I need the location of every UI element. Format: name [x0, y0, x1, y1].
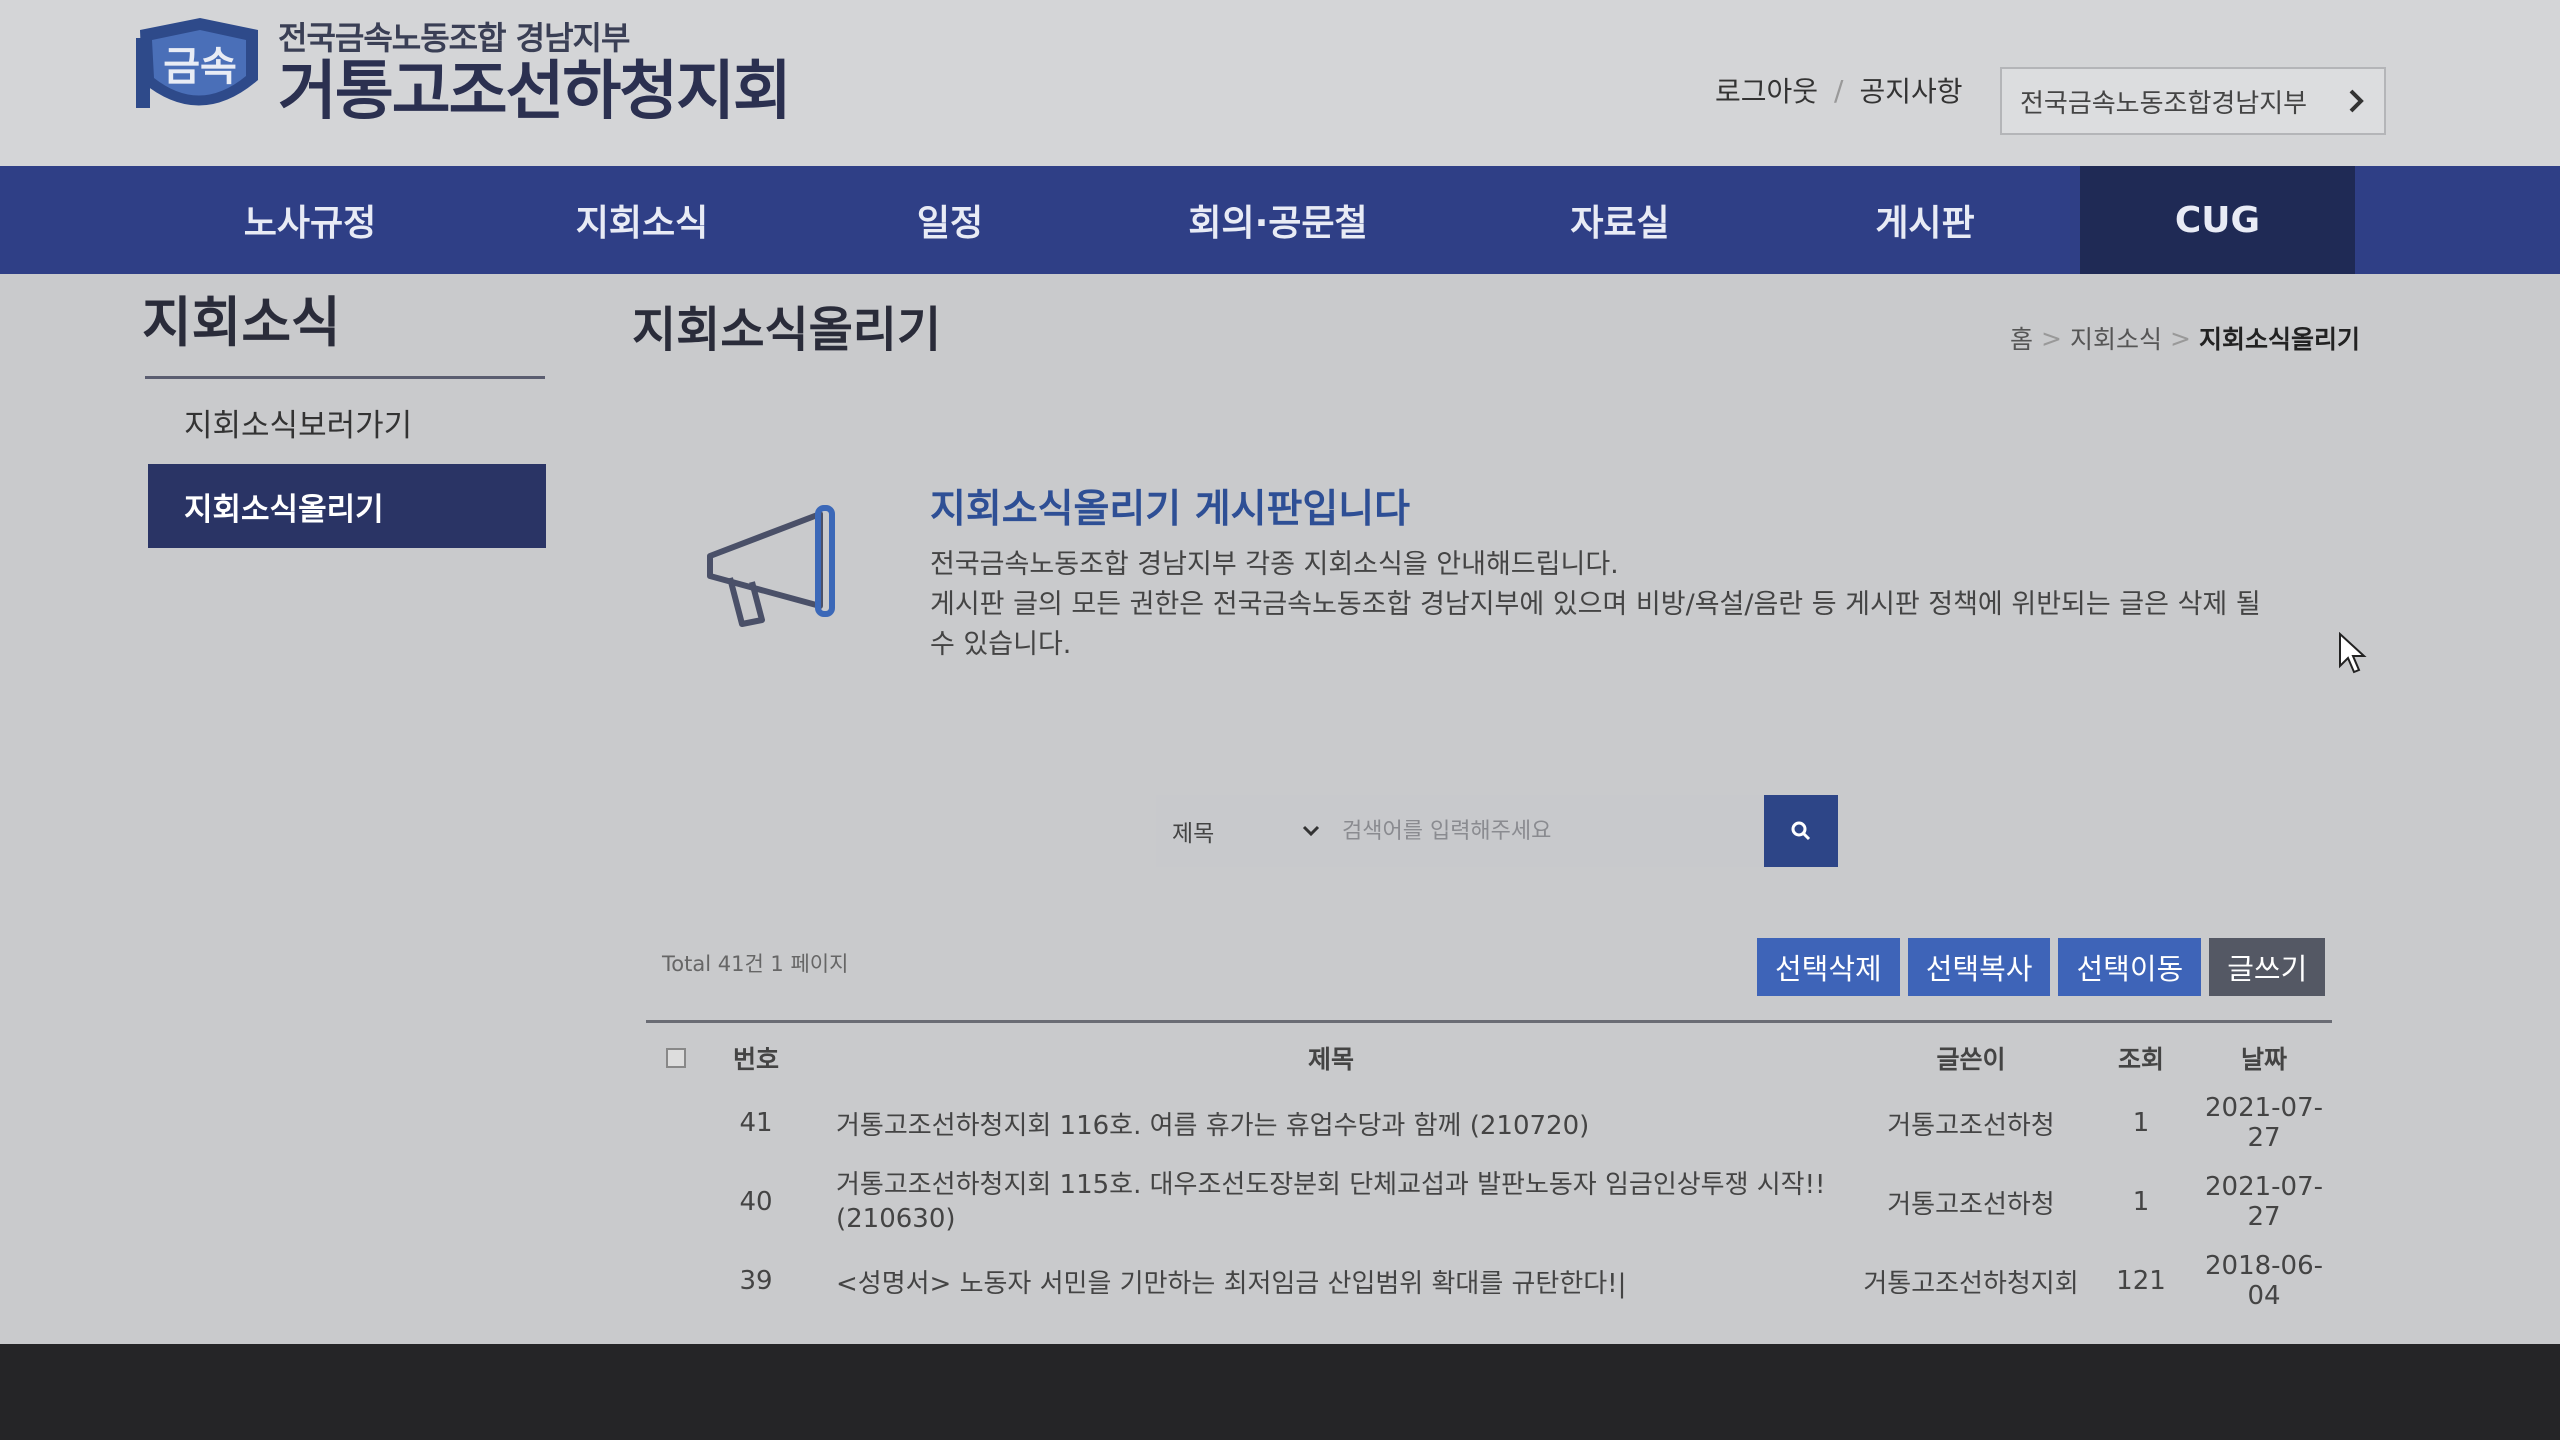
total-count: Total 41건 1 페이지 [662, 952, 849, 976]
row-title[interactable]: 거통고조선하청지회 115호. 대우조선도장분회 단체교섭과 발판노동자 임금인… [806, 1168, 1856, 1236]
megaphone-icon [707, 505, 835, 627]
site-header: 금속 전국금속노동조합 경남지부 거통고조선하청지회 로그아웃 / 공지사항 전… [0, 0, 2560, 166]
row-author: 거통고조선하청지회 [1863, 1268, 2079, 1299]
search-icon [1791, 821, 1811, 841]
notice-link[interactable]: 공지사항 [1859, 70, 1962, 110]
branch-link-button[interactable]: 전국금속노동조합경남지부 [2000, 67, 2386, 135]
monitor-bezel [0, 1344, 2560, 1440]
row-author: 거통고조선하청 [1887, 1189, 2055, 1220]
row-title[interactable]: <성명서> 노동자 서민을 기만하는 최저임금 산입범위 확대를 규탄한다!| [806, 1263, 1856, 1300]
row-author: 거통고조선하청 [1887, 1110, 2055, 1141]
header-number: 번호 [732, 1044, 779, 1074]
page-title: 지회소식올리기 [632, 302, 942, 358]
breadcrumb: 홈 > 지회소식 > 지회소식올리기 [2010, 320, 2360, 356]
intro-line-1: 전국금속노동조합 경남지부 각종 지회소식을 안내해드립니다. [930, 549, 1619, 580]
sidebar-divider [145, 376, 545, 379]
chevron-down-icon [1302, 825, 1320, 837]
chevron-right-icon [2349, 89, 2364, 113]
sidebar-item-post-news[interactable]: 지회소식올리기 [148, 464, 546, 548]
row-date: 2021-07-27 [2204, 1172, 2323, 1232]
search-bar: 제목 [1156, 795, 1838, 867]
table-row[interactable]: 39 <성명서> 노동자 서민을 기만하는 최저임금 산입범위 확대를 규탄한다… [646, 1250, 2332, 1312]
mouse-pointer-icon [2339, 632, 2367, 674]
header-title: 제목 [1307, 1044, 1354, 1074]
row-views: 1 [2132, 1108, 2150, 1138]
search-button[interactable] [1764, 795, 1838, 867]
breadcrumb-arrow: > [2169, 323, 2191, 353]
table-row[interactable]: 41 거통고조선하청지회 116호. 여름 휴가는 휴업수당과 함께 (2107… [646, 1092, 2332, 1154]
list-actions: 선택삭제 선택복사 선택이동 글쓰기 [1757, 938, 2326, 996]
nav-item-schedule[interactable]: 일정 [830, 166, 1070, 274]
row-number: 41 [739, 1108, 773, 1138]
org-title: 거통고조선하청지회 [278, 55, 792, 130]
header-views: 조회 [2117, 1044, 2164, 1074]
post-table: 번호 제목 글쓴이 조회 날짜 41 거통고조선하청지회 116호. 여름 휴가… [646, 1020, 2332, 1312]
org-subtitle: 전국금속노동조합 경남지부 [278, 19, 630, 58]
logout-link[interactable]: 로그아웃 [1715, 70, 1818, 110]
header-author: 글쓴이 [1936, 1044, 2006, 1074]
intro-line-2: 게시판 글의 모든 권한은 전국금속노동조합 경남지부에 있으며 비방/욕설/음… [930, 589, 2261, 660]
select-all-checkbox[interactable] [666, 1047, 686, 1068]
intro-title: 지회소식올리기 게시판입니다 [930, 487, 1411, 532]
search-field-select[interactable]: 제목 [1156, 795, 1336, 867]
move-selected-button[interactable]: 선택이동 [2058, 938, 2202, 996]
breadcrumb-branch-news[interactable]: 지회소식 [2070, 320, 2162, 356]
sidebar-item-view-news[interactable]: 지회소식보러가기 [148, 380, 546, 464]
nav-item-board[interactable]: 게시판 [1805, 166, 2045, 274]
table-header: 번호 제목 글쓴이 조회 날짜 [646, 1020, 2332, 1092]
copy-selected-button[interactable]: 선택복사 [1907, 938, 2051, 996]
breadcrumb-arrow: > [2041, 323, 2062, 353]
row-date: 2021-07-27 [2204, 1093, 2323, 1153]
nav-item-branch-news[interactable]: 지회소식 [522, 166, 762, 274]
header-date: 날짜 [2240, 1044, 2287, 1074]
write-post-button[interactable]: 글쓰기 [2209, 938, 2326, 996]
breadcrumb-current: 지회소식올리기 [2198, 325, 2360, 354]
intro-text: 전국금속노동조합 경남지부 각종 지회소식을 안내해드립니다. 게시판 글의 모… [930, 545, 2270, 665]
sidebar-title: 지회소식 [142, 291, 341, 354]
site-logo[interactable]: 금속 전국금속노동조합 경남지부 거통고조선하청지회 [130, 10, 792, 130]
search-input[interactable] [1336, 795, 1764, 867]
breadcrumb-home[interactable]: 홈 [2010, 320, 2033, 356]
util-separator: / [1834, 73, 1844, 107]
nav-item-meetings[interactable]: 회의·공문철 [1128, 166, 1428, 274]
row-views: 121 [2116, 1266, 2166, 1296]
union-emblem-icon: 금속 [136, 18, 258, 108]
delete-selected-button[interactable]: 선택삭제 [1757, 938, 1900, 996]
nav-item-labor-rules-label[interactable]: 노사규정 [190, 166, 430, 274]
svg-text:금속: 금속 [163, 44, 237, 90]
row-number: 40 [739, 1187, 773, 1217]
utility-links: 로그아웃 / 공지사항 [1715, 70, 1963, 110]
row-title[interactable]: 거통고조선하청지회 116호. 여름 휴가는 휴업수당과 함께 (210720) [806, 1105, 1856, 1142]
row-views: 1 [2132, 1187, 2150, 1217]
nav-item-archive[interactable]: 자료실 [1500, 166, 1740, 274]
row-number: 39 [739, 1266, 773, 1296]
row-date: 2018-06-04 [2204, 1251, 2323, 1311]
table-row[interactable]: 40 거통고조선하청지회 115호. 대우조선도장분회 단체교섭과 발판노동자 … [646, 1154, 2332, 1250]
branch-link-label: 전국금속노동조합경남지부 [2020, 88, 2308, 119]
nav-item-cug[interactable]: CUG [2080, 166, 2355, 274]
search-field-value: 제목 [1172, 821, 1215, 847]
